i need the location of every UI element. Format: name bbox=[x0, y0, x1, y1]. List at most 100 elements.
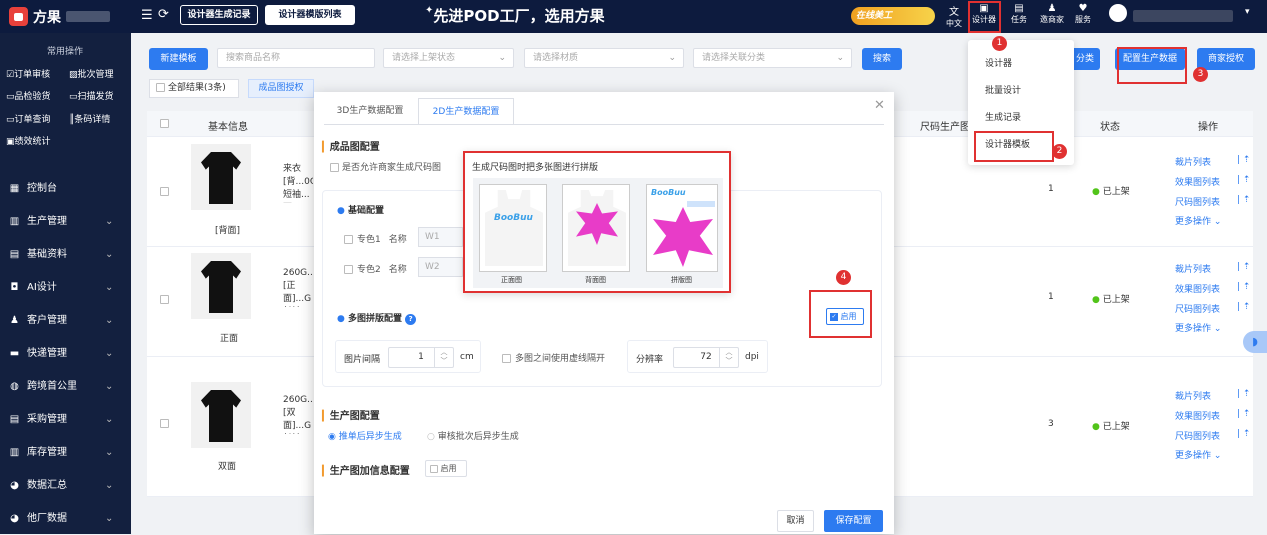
nav-dashboard[interactable]: ▦ 控制台 bbox=[0, 172, 131, 205]
info-config-enable[interactable]: 启用 bbox=[425, 460, 467, 477]
upload-icon[interactable]: | ⇡ bbox=[1237, 429, 1250, 439]
quick-performance[interactable]: ▣绩效统计 bbox=[6, 134, 51, 147]
close-icon[interactable]: ✕ bbox=[874, 98, 885, 113]
tab-2d-config[interactable]: 2D生产数据配置 bbox=[418, 98, 514, 125]
tab-3d-config[interactable]: 3D生产数据配置 bbox=[324, 98, 416, 124]
quick-barcode[interactable]: ║条码详情 bbox=[69, 112, 110, 125]
new-template-button[interactable]: 新建模板 bbox=[149, 48, 208, 70]
quick-label: 条码详情 bbox=[74, 115, 111, 125]
dashed-separator-checkbox[interactable]: 多图之间使用虚线隔开 bbox=[502, 351, 605, 364]
all-results-filter[interactable]: 全部结果(3条) bbox=[149, 79, 239, 98]
row-checkbox[interactable] bbox=[160, 295, 169, 304]
allow-merchant-size-checkbox[interactable]: 是否允许商家生成尺码图 bbox=[330, 160, 441, 173]
cut-list-link[interactable]: 裁片列表 bbox=[1175, 389, 1211, 402]
category-select[interactable]: 请选择关联分类 ⌄ bbox=[693, 48, 852, 68]
avatar[interactable] bbox=[1109, 4, 1127, 22]
gap-input[interactable]: 1 ︿ ﹀ bbox=[388, 347, 454, 368]
upload-icon[interactable]: | ⇡ bbox=[1237, 262, 1250, 272]
spot1-name-input[interactable]: W1 bbox=[418, 227, 463, 247]
effect-list-link[interactable]: 效果图列表 bbox=[1175, 282, 1220, 295]
merchant-auth-button[interactable]: 商家授权 bbox=[1197, 48, 1255, 70]
spot2-name-input[interactable]: W2 bbox=[418, 257, 463, 277]
upload-icon[interactable]: | ⇡ bbox=[1237, 155, 1250, 165]
upload-icon[interactable]: | ⇡ bbox=[1237, 175, 1250, 185]
product-search-input[interactable]: 搜索商品名称 bbox=[217, 48, 375, 68]
upload-icon[interactable]: | ⇡ bbox=[1237, 302, 1250, 312]
nav-other-factory[interactable]: ◕ 他厂数据 ⌄ bbox=[0, 502, 131, 535]
nav-data-summary[interactable]: ◕ 数据汇总 ⌄ bbox=[0, 469, 131, 502]
upload-icon[interactable]: | ⇡ bbox=[1237, 409, 1250, 419]
spot1-checkbox[interactable] bbox=[344, 235, 353, 244]
nav-production[interactable]: ▥ 生产管理 ⌄ bbox=[0, 205, 131, 238]
effect-list-link[interactable]: 效果图列表 bbox=[1175, 175, 1220, 188]
more-ops-link[interactable]: 更多操作 ⌄ bbox=[1175, 321, 1221, 334]
nav-label: 他厂数据 bbox=[27, 513, 67, 524]
quick-inspect[interactable]: ▭品检验货 bbox=[6, 89, 51, 102]
designer-icon[interactable]: ▣ 设计器 bbox=[970, 3, 998, 25]
multi-layout-enable[interactable]: ✓ 启用 bbox=[826, 308, 864, 325]
menu-item-gen-records[interactable]: 生成记录 bbox=[985, 110, 1021, 123]
task-icon[interactable]: ▤ 任务 bbox=[1009, 3, 1029, 25]
more-ops-link[interactable]: 更多操作 ⌄ bbox=[1175, 448, 1221, 461]
config-production-data-button[interactable]: 配置生产数据 bbox=[1115, 48, 1185, 70]
save-config-button[interactable]: 保存配置 bbox=[824, 510, 883, 532]
nav-customer[interactable]: ♟ 客户管理 ⌄ bbox=[0, 304, 131, 337]
tab-template-list[interactable]: 设计器模版列表 bbox=[265, 5, 355, 25]
quick-order-review[interactable]: ☑订单审核 bbox=[6, 67, 50, 80]
dpi-input[interactable]: 72 ︿ ﹀ bbox=[673, 347, 739, 368]
nav-crossborder[interactable]: ◍ 跨境首公里 ⌄ bbox=[0, 370, 131, 403]
menu-item-designer-template[interactable]: 设计器模板 bbox=[985, 137, 1030, 150]
translate-icon[interactable]: 文中文 bbox=[944, 3, 964, 29]
stepper-arrows-icon[interactable]: ︿ ﹀ bbox=[434, 348, 453, 367]
size-list-link[interactable]: 尺码图列表 bbox=[1175, 195, 1220, 208]
size-list-link[interactable]: 尺码图列表 bbox=[1175, 302, 1220, 315]
upload-icon[interactable]: | ⇡ bbox=[1237, 195, 1250, 205]
select-all-checkbox[interactable] bbox=[160, 119, 169, 128]
quick-scan-ship[interactable]: ▭扫描发货 bbox=[69, 89, 114, 102]
status-select[interactable]: 请选择上架状态 ⌄ bbox=[383, 48, 514, 68]
upload-icon[interactable]: | ⇡ bbox=[1237, 282, 1250, 292]
service-icon[interactable]: ♥ 服务 bbox=[1072, 3, 1094, 25]
cancel-button[interactable]: 取消 bbox=[777, 510, 814, 532]
float-chat-icon[interactable]: ◗ bbox=[1243, 331, 1267, 353]
product-thumbnail[interactable] bbox=[191, 382, 251, 448]
nav-express[interactable]: ▬ 快递管理 ⌄ bbox=[0, 337, 131, 370]
material-select[interactable]: 请选择材质 ⌄ bbox=[524, 48, 684, 68]
tab-generation-records[interactable]: 设计器生成记录 bbox=[180, 5, 258, 25]
category-button[interactable]: 分类 bbox=[1070, 48, 1100, 70]
search-button[interactable]: 搜索 bbox=[862, 48, 902, 70]
stepper-arrows-icon[interactable]: ︿ ﹀ bbox=[719, 348, 738, 367]
cut-list-link[interactable]: 裁片列表 bbox=[1175, 155, 1211, 168]
quick-batch-manage[interactable]: ▨批次管理 bbox=[69, 67, 114, 80]
upload-icon[interactable]: | ⇡ bbox=[1237, 389, 1250, 399]
size-list-link[interactable]: 尺码图列表 bbox=[1175, 429, 1220, 442]
menu-item-designer[interactable]: 设计器 bbox=[985, 56, 1012, 69]
quick-order-query[interactable]: ▭订单查询 bbox=[6, 112, 51, 125]
invite-icon[interactable]: ♟ 邀商家 bbox=[1038, 3, 1066, 25]
menu-item-batch-design[interactable]: 批量设计 bbox=[985, 83, 1021, 96]
row-checkbox[interactable] bbox=[160, 419, 169, 428]
spot2-checkbox[interactable] bbox=[344, 265, 353, 274]
status-badge: ● 已上架 bbox=[1092, 184, 1130, 197]
product-thumbnail[interactable] bbox=[191, 144, 251, 210]
nav-ai-design[interactable]: ◘ AI设计 ⌄ bbox=[0, 271, 131, 304]
online-designer-badge[interactable]: 在线美工 bbox=[851, 7, 935, 25]
quick-label: 绩效统计 bbox=[14, 137, 51, 147]
radio-async-review[interactable]: ○ 审核批次后异步生成 bbox=[427, 429, 519, 442]
help-icon[interactable]: ? bbox=[405, 314, 417, 325]
back-caption: 背面图 bbox=[585, 276, 606, 284]
tab-finished-auth[interactable]: 成品图授权 bbox=[248, 79, 314, 98]
row-checkbox[interactable] bbox=[160, 187, 169, 196]
nav-purchase[interactable]: ▤ 采购管理 ⌄ bbox=[0, 403, 131, 436]
front-art-text: BooBuu bbox=[494, 213, 533, 223]
menu-toggle-icon[interactable]: ☰ bbox=[141, 8, 153, 23]
cut-list-link[interactable]: 裁片列表 bbox=[1175, 262, 1211, 275]
product-thumbnail[interactable] bbox=[191, 253, 251, 319]
more-ops-link[interactable]: 更多操作 ⌄ bbox=[1175, 214, 1221, 227]
chevron-down-icon[interactable]: ▾ bbox=[1245, 7, 1250, 17]
nav-inventory[interactable]: ▥ 库存管理 ⌄ bbox=[0, 436, 131, 469]
effect-list-link[interactable]: 效果图列表 bbox=[1175, 409, 1220, 422]
nav-basic-data[interactable]: ▤ 基础资料 ⌄ bbox=[0, 238, 131, 271]
radio-async-push[interactable]: ◉ 推单后异步生成 bbox=[328, 429, 402, 442]
refresh-icon[interactable]: ⟳ bbox=[158, 7, 169, 22]
